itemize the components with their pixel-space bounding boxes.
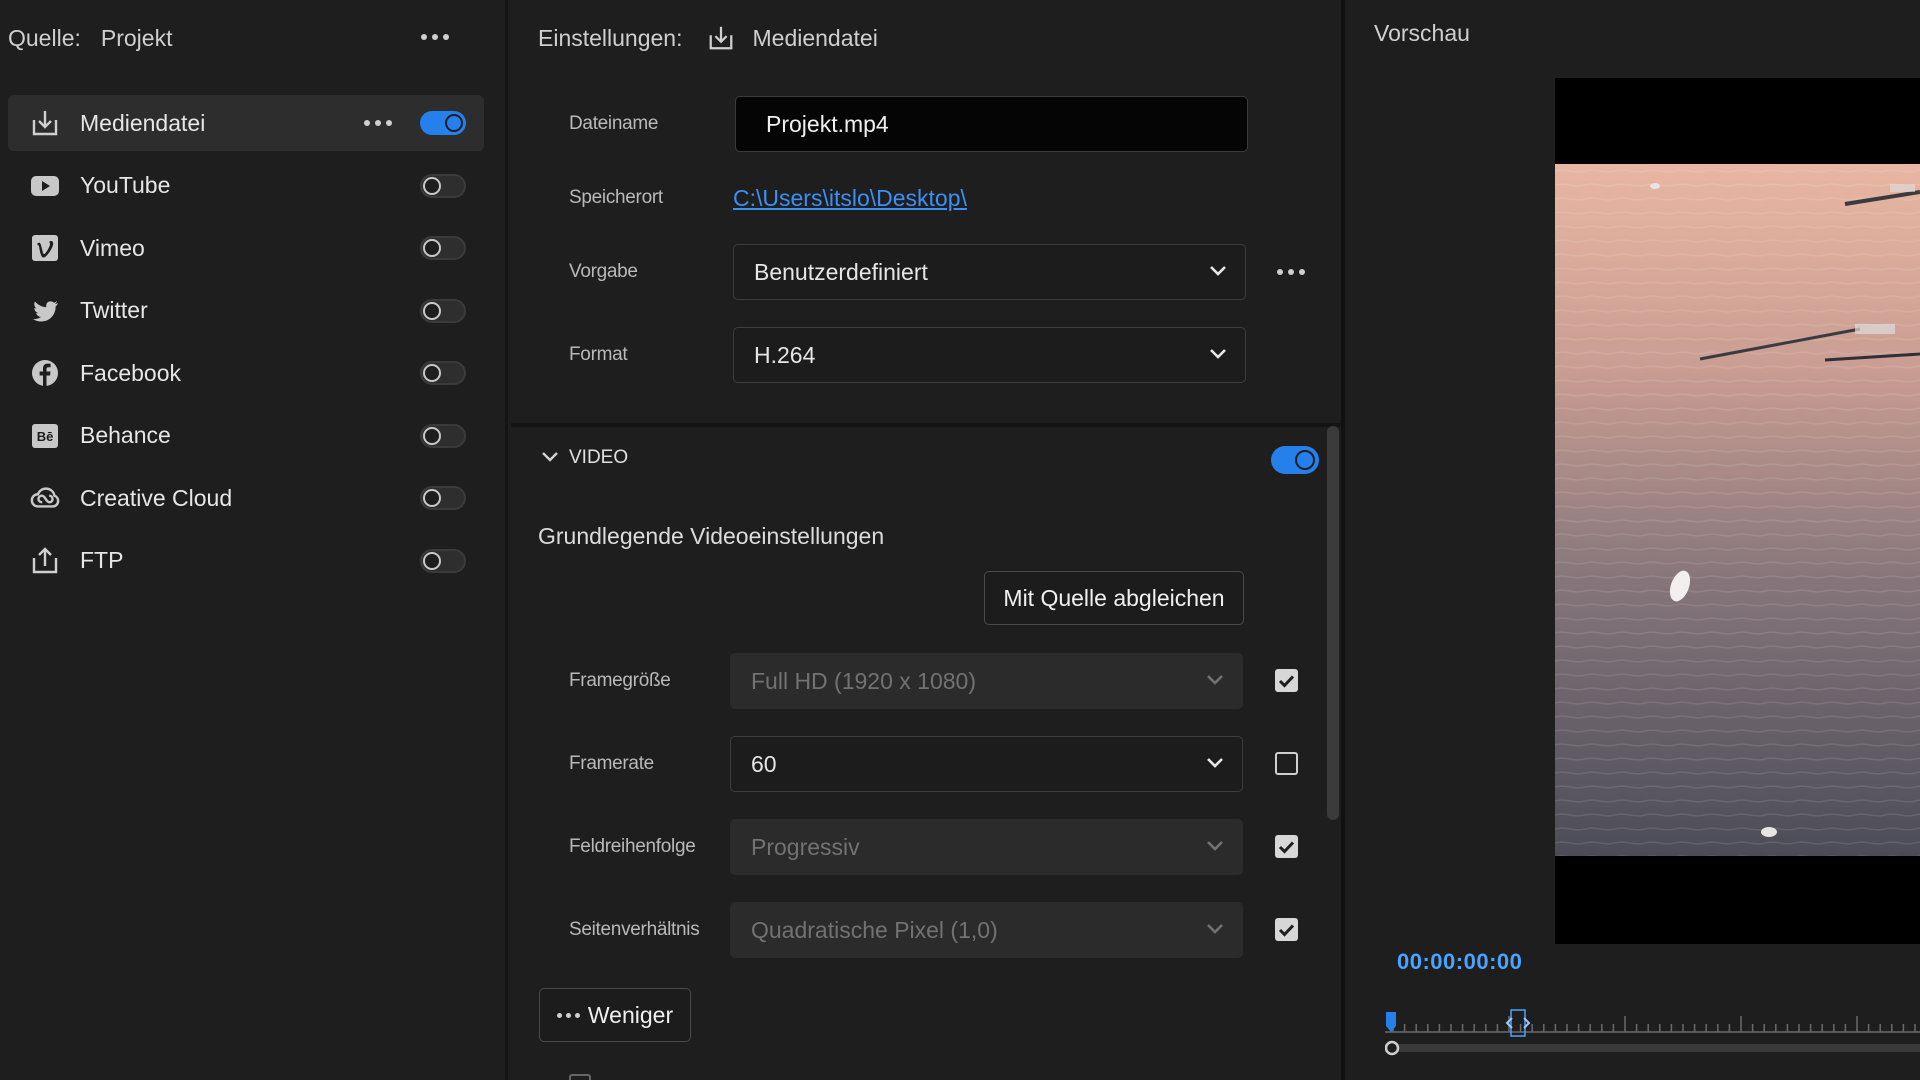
preset-select[interactable]: Benutzerdefiniert (733, 244, 1246, 300)
field-order-label: Feldreihenfolge (569, 836, 696, 857)
section-divider (511, 423, 1341, 427)
preview-viewport (1555, 78, 1920, 944)
field-order-checkbox[interactable] (1275, 835, 1298, 858)
less-button-label: Weniger (587, 1001, 674, 1028)
facebook-icon (30, 358, 60, 388)
youtube-icon (30, 171, 60, 201)
source-more-button[interactable] (421, 34, 449, 40)
settings-header-label: Einstellungen: (538, 24, 683, 51)
format-select[interactable]: H.264 (733, 327, 1246, 383)
frame-rate-value: 60 (751, 750, 777, 777)
destination-list: Mediendatei YouTube Vimeo Twitter Facebo… (8, 95, 484, 595)
settings-scrollbar[interactable] (1327, 426, 1339, 820)
destination-toggle[interactable] (420, 173, 466, 198)
destination-label: Vimeo (80, 234, 145, 261)
destination-item-twitter[interactable]: Twitter (8, 283, 484, 339)
check-icon (1278, 923, 1295, 937)
aspect-ratio-checkbox[interactable] (1275, 918, 1298, 941)
destination-item-youtube[interactable]: YouTube (8, 158, 484, 214)
destination-toggle[interactable] (420, 423, 466, 448)
match-source-button[interactable]: Mit Quelle abgleichen (984, 571, 1244, 625)
frame-rate-checkbox[interactable] (1275, 752, 1298, 775)
destination-toggle[interactable] (420, 486, 466, 510)
settings-header-value: Mediendatei (752, 24, 878, 51)
upload-icon (30, 546, 60, 576)
preview-image (1555, 164, 1920, 856)
destination-item-mediendatei[interactable]: Mediendatei (8, 95, 484, 151)
timeline-scrubber[interactable] (1381, 990, 1920, 1060)
export-window: Quelle: Projekt Mediendatei YouTube Vime… (0, 0, 1920, 1080)
destinations-panel: Quelle: Projekt Mediendatei YouTube Vime… (0, 0, 508, 1080)
aspect-ratio-select[interactable]: Quadratische Pixel (1,0) (730, 902, 1243, 958)
frame-size-value: Full HD (1920 x 1080) (751, 667, 976, 694)
settings-panel: Einstellungen: Mediendatei Dateiname Pro… (511, 0, 1345, 1080)
svg-text:Bē: Bē (37, 429, 54, 444)
destination-item-behance[interactable]: Bē Behance (8, 408, 484, 464)
destination-label: FTP (80, 547, 124, 573)
chevron-down-icon[interactable] (541, 450, 559, 464)
chevron-down-icon (1207, 675, 1223, 685)
destination-label: Twitter (80, 297, 148, 323)
frame-size-label: Framegröße (569, 670, 671, 691)
destination-toggle[interactable] (420, 111, 466, 135)
chevron-down-icon (1207, 758, 1223, 768)
check-icon (1278, 674, 1295, 688)
filename-input[interactable]: Projekt.mp4 (735, 96, 1248, 152)
frame-rate-label: Framerate (569, 753, 654, 774)
field-order-select[interactable]: Progressiv (730, 819, 1243, 875)
destination-item-facebook[interactable]: Facebook (8, 345, 484, 401)
destination-item-creative-cloud[interactable]: Creative Cloud (8, 470, 484, 526)
destination-label: Creative Cloud (80, 484, 233, 511)
chevron-down-icon (1210, 266, 1226, 276)
destination-toggle[interactable] (420, 298, 466, 323)
destination-item-vimeo[interactable]: Vimeo (8, 220, 484, 276)
download-icon (30, 108, 60, 138)
preset-label: Vorgabe (569, 261, 638, 282)
source-header: Quelle: Projekt (0, 0, 508, 76)
chevron-down-icon (1207, 841, 1223, 851)
format-value: H.264 (754, 341, 816, 368)
destination-label: YouTube (80, 172, 171, 198)
creative-cloud-icon (30, 483, 60, 513)
preview-panel: Vorschau 00:00:00:00 (1349, 0, 1920, 1080)
settings-header: Einstellungen: Mediendatei (538, 0, 878, 76)
destination-label: Behance (80, 422, 171, 448)
frame-size-select[interactable]: Full HD (1920 x 1080) (730, 653, 1243, 709)
frame-rate-select[interactable]: 60 (730, 736, 1243, 792)
chevron-down-icon (1210, 349, 1226, 359)
destination-toggle[interactable] (420, 548, 466, 573)
destination-label: Facebook (80, 359, 182, 386)
chevron-down-icon (1207, 924, 1223, 934)
preset-value: Benutzerdefiniert (754, 258, 928, 285)
preset-more-button[interactable] (1277, 269, 1305, 275)
video-basic-settings-heading: Grundlegende Videoeinstellungen (538, 523, 885, 549)
next-row-checkbox[interactable] (569, 1074, 591, 1080)
check-icon (1278, 840, 1295, 854)
less-button[interactable]: Weniger (539, 988, 691, 1042)
filename-label: Dateiname (569, 113, 659, 134)
destination-more-button[interactable] (364, 120, 392, 126)
frame-size-checkbox[interactable] (1275, 669, 1298, 692)
download-icon (707, 24, 735, 52)
format-label: Format (569, 344, 628, 365)
field-order-value: Progressiv (751, 833, 860, 860)
destination-item-ftp[interactable]: FTP (8, 533, 484, 589)
preview-title: Vorschau (1374, 20, 1470, 46)
source-label: Quelle: (8, 24, 81, 51)
aspect-ratio-value: Quadratische Pixel (1,0) (751, 916, 998, 943)
video-section-title[interactable]: VIDEO (569, 447, 628, 469)
video-toggle[interactable] (1271, 446, 1319, 474)
location-link[interactable]: C:\Users\itslo\Desktop\ (733, 185, 967, 212)
destination-label: Mediendatei (80, 109, 206, 136)
timecode-display: 00:00:00:00 (1397, 949, 1523, 974)
destination-toggle[interactable] (420, 236, 466, 260)
destination-toggle[interactable] (420, 361, 466, 385)
location-label: Speicherort (569, 187, 663, 208)
more-dots-icon (556, 1012, 580, 1018)
aspect-ratio-label: Seitenverhältnis (569, 919, 700, 940)
vimeo-icon (30, 233, 60, 263)
source-value: Projekt (100, 24, 173, 51)
twitter-icon (30, 296, 60, 326)
behance-icon: Bē (30, 421, 60, 451)
